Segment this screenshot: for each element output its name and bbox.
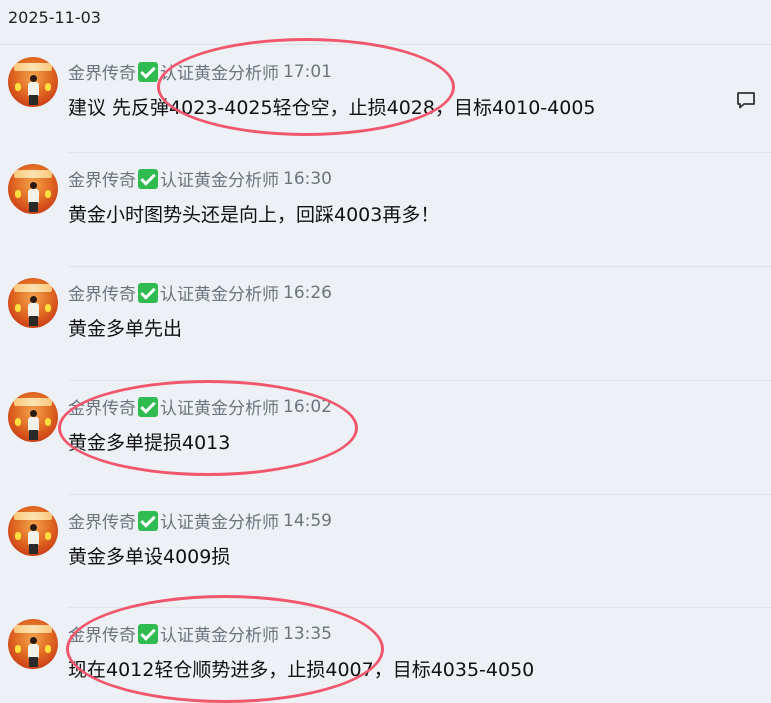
divider (68, 380, 771, 381)
verified-check-icon (138, 282, 158, 303)
avatar[interactable] (8, 506, 58, 556)
sender-line: 金界传奇 认证黄金分析师 13:35 (68, 621, 332, 646)
sender-role: 认证黄金分析师 (160, 513, 279, 533)
divider (68, 266, 771, 267)
divider (68, 607, 771, 608)
message-text: 建议 先反弹4023-4025轻仓空，止损4028，目标4010-4005 (68, 97, 596, 119)
sender-line: 金界传奇 认证黄金分析师 16:26 (68, 280, 332, 305)
avatar[interactable] (8, 392, 58, 442)
comment-icon[interactable] (736, 91, 756, 109)
message-item: 金界传奇 认证黄金分析师 13:35 现在4012轻仓顺势进多，止损4007，目… (0, 607, 771, 700)
message-item: 金界传奇 认证黄金分析师 17:01 建议 先反弹4023-4025轻仓空，止损… (0, 45, 771, 159)
message-item: 金界传奇 认证黄金分析师 16:02 黄金多单提损4013 (0, 380, 771, 494)
message-item: 金界传奇 认证黄金分析师 16:30 黄金小时图势头还是向上，回踩4003再多！ (0, 152, 771, 266)
message-item: 金界传奇 认证黄金分析师 14:59 黄金多单设4009损 (0, 494, 771, 608)
message-time: 13:35 (283, 623, 332, 644)
avatar[interactable] (8, 619, 58, 669)
message-time: 16:30 (283, 168, 332, 189)
message-text: 黄金多单提损4013 (68, 432, 231, 454)
verified-check-icon (138, 510, 158, 531)
sender-line: 金界传奇 认证黄金分析师 17:01 (68, 59, 332, 84)
message-time: 17:01 (283, 61, 332, 82)
verified-check-icon (138, 623, 158, 644)
verified-check-icon (138, 168, 158, 189)
sender-role: 认证黄金分析师 (160, 285, 279, 305)
sender-name[interactable]: 金界传奇 (68, 621, 136, 646)
verified-check-icon (138, 61, 158, 82)
message-text: 现在4012轻仓顺势进多，止损4007，目标4035-4050 (68, 659, 535, 681)
sender-line: 金界传奇 认证黄金分析师 16:30 (68, 166, 332, 191)
message-time: 14:59 (283, 510, 332, 531)
sender-role: 认证黄金分析师 (160, 399, 279, 419)
sender-line: 金界传奇 认证黄金分析师 16:02 (68, 394, 332, 419)
avatar[interactable] (8, 57, 58, 107)
sender-name[interactable]: 金界传奇 (68, 394, 136, 419)
sender-name[interactable]: 金界传奇 (68, 166, 136, 191)
sender-name[interactable]: 金界传奇 (68, 508, 136, 533)
divider (68, 494, 771, 495)
message-text: 黄金小时图势头还是向上，回踩4003再多！ (68, 204, 440, 226)
message-item: 金界传奇 认证黄金分析师 16:26 黄金多单先出 (0, 266, 771, 380)
sender-role: 认证黄金分析师 (160, 626, 279, 646)
message-text: 黄金多单设4009损 (68, 546, 231, 568)
message-time: 16:02 (283, 396, 332, 417)
message-text: 黄金多单先出 (68, 318, 183, 340)
verified-check-icon (138, 396, 158, 417)
message-time: 16:26 (283, 282, 332, 303)
sender-role: 认证黄金分析师 (160, 171, 279, 191)
date-header: 2025-11-03 (8, 8, 101, 27)
avatar[interactable] (8, 278, 58, 328)
sender-role: 认证黄金分析师 (160, 64, 279, 84)
sender-line: 金界传奇 认证黄金分析师 14:59 (68, 508, 332, 533)
avatar[interactable] (8, 164, 58, 214)
sender-name[interactable]: 金界传奇 (68, 59, 136, 84)
sender-name[interactable]: 金界传奇 (68, 280, 136, 305)
divider (68, 152, 771, 153)
